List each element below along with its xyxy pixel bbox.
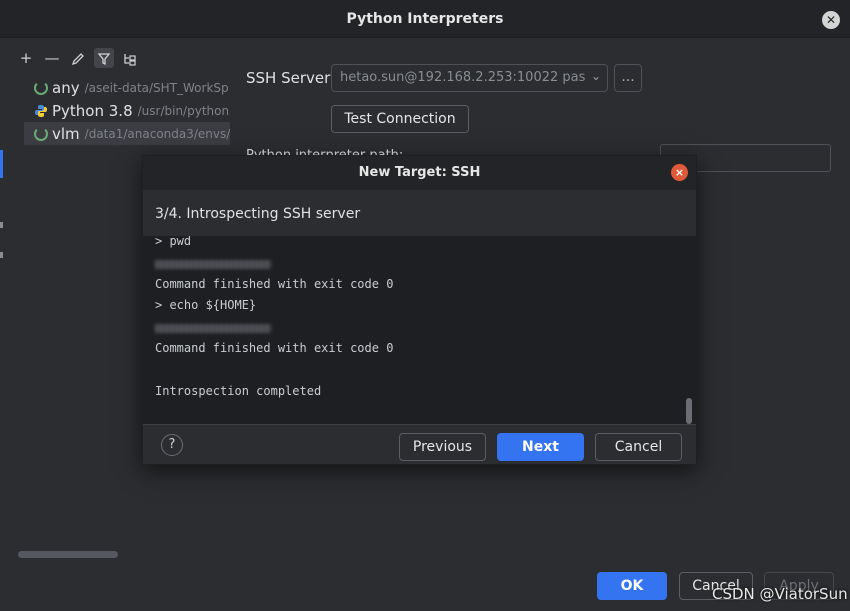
interpreter-name: Python 3.8 — [52, 101, 133, 120]
close-icon[interactable]: × — [671, 164, 688, 181]
watermark: CSDN @ViatorSun — [712, 585, 848, 603]
tree-view-icon[interactable] — [120, 48, 140, 68]
interpreter-name: any — [52, 78, 80, 97]
close-icon[interactable]: ✕ — [822, 11, 840, 29]
add-icon[interactable]: + — [16, 48, 36, 68]
test-connection-button[interactable]: Test Connection — [331, 105, 469, 133]
remove-icon[interactable]: — — [42, 48, 62, 68]
dialog-footer: ? Previous Next Cancel — [143, 424, 696, 464]
interpreter-item-python38[interactable]: Python 3.8 /usr/bin/python3 — [24, 99, 230, 122]
interpreter-path: /aseit-data/SHT_WorkSp — [84, 80, 229, 95]
console-line: Introspection completed — [155, 384, 322, 398]
python-icon — [34, 104, 48, 118]
interpreter-item-any[interactable]: any /aseit-data/SHT_WorkSp — [24, 76, 230, 99]
console-line: > echo ${HOME} — [155, 298, 257, 312]
interpreter-list: any /aseit-data/SHT_WorkSp Python 3.8 /u… — [24, 76, 230, 145]
ssh-server-value: hetao.sun@192.168.2.253:10022 pas — [340, 70, 586, 85]
dialog-cancel-button[interactable]: Cancel — [595, 433, 682, 461]
console-scrollbar[interactable] — [686, 398, 692, 424]
next-button[interactable]: Next — [497, 433, 584, 461]
horizontal-scrollbar[interactable] — [18, 551, 118, 558]
previous-button[interactable]: Previous — [399, 433, 486, 461]
edit-icon[interactable] — [68, 48, 88, 68]
browse-button[interactable]: ... — [614, 64, 642, 92]
left-edge-marker — [0, 252, 3, 258]
new-target-ssh-dialog: New Target: SSH × 3/4. Introspecting SSH… — [142, 155, 697, 465]
console-line: Command finished with exit code 0 — [155, 277, 394, 291]
console-line-redacted — [155, 324, 271, 333]
console-line: > pwd — [155, 236, 192, 248]
ssh-server-label: SSH Server: — [246, 69, 336, 87]
window-title: Python Interpreters — [346, 11, 504, 27]
ok-button[interactable]: OK — [597, 572, 667, 600]
interpreter-item-vlm[interactable]: vlm /data1/anaconda3/envs/ — [24, 122, 230, 145]
ssh-server-select[interactable]: hetao.sun@192.168.2.253:10022 pas ⌄ — [331, 64, 608, 92]
introspection-console: > pwd Command finished with exit code 0 … — [143, 236, 696, 424]
dialog-titlebar: New Target: SSH × — [143, 156, 696, 190]
loading-icon — [34, 80, 48, 95]
interpreter-path: /data1/anaconda3/envs/ — [84, 126, 230, 141]
filter-icon[interactable] — [94, 48, 114, 68]
left-edge-marker — [0, 150, 3, 178]
console-line-redacted — [155, 260, 271, 269]
left-edge-marker — [0, 222, 3, 228]
python-interpreters-window: Python Interpreters ✕ + — any /aseit-dat… — [0, 0, 850, 611]
dialog-title: New Target: SSH — [358, 165, 481, 180]
chevron-down-icon: ⌄ — [590, 69, 601, 83]
loading-icon — [34, 126, 48, 141]
step-heading: 3/4. Introspecting SSH server — [155, 206, 361, 222]
console-line: Command finished with exit code 0 — [155, 341, 394, 355]
interpreter-path: /usr/bin/python3 — [137, 103, 230, 118]
interpreter-toolbar: + — — [16, 48, 140, 68]
window-titlebar: Python Interpreters ✕ — [0, 0, 850, 38]
interpreter-name: vlm — [52, 124, 80, 143]
help-icon[interactable]: ? — [161, 434, 183, 456]
